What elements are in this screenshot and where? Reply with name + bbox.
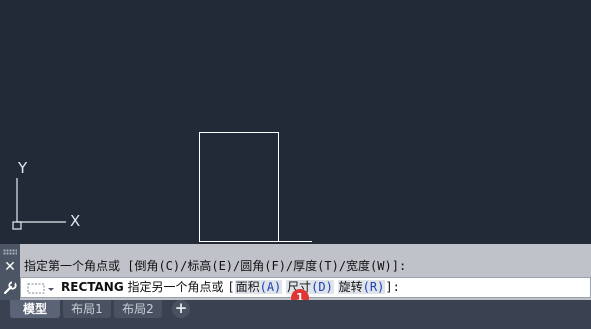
command-window-handle[interactable]: ✕ <box>0 244 20 300</box>
layout-tab-bar: 模型 布局1 布局2 + <box>0 300 591 329</box>
rectangle-shape <box>199 132 279 242</box>
command-history: 指定第一个角点或 [倒角(C)/标高(E)/圆角(F)/厚度(T)/宽度(W)]… <box>24 259 407 273</box>
command-prompt: RECTANG 指定另一个角点或 [面积(A) 尺寸(D) 旋转(R)]: <box>61 278 400 297</box>
tab-layout1[interactable]: 布局1 <box>63 300 111 318</box>
option-rotation[interactable]: 旋转(R) <box>337 280 386 294</box>
option-area[interactable]: 面积(A) <box>234 280 283 294</box>
tab-layout2[interactable]: 布局2 <box>114 300 162 318</box>
option-bracket-close: ]: <box>385 280 400 294</box>
tab-model[interactable]: 模型 <box>10 300 60 318</box>
ucs-y-label: Y <box>17 159 28 177</box>
recent-commands-icon[interactable] <box>27 281 55 295</box>
drag-grip-icon[interactable] <box>3 249 17 255</box>
command-name: RECTANG <box>61 280 124 294</box>
option-bracket-open: [ <box>227 280 235 294</box>
ucs-icon <box>12 178 66 230</box>
ucs-x-label: X <box>70 212 80 230</box>
drawing-canvas[interactable]: Y X <box>0 0 591 244</box>
prompt-text: 指定另一个角点或 <box>127 280 224 294</box>
canvas-drawing: Y X <box>12 132 312 242</box>
wrench-icon[interactable] <box>2 280 18 296</box>
close-icon[interactable]: ✕ <box>2 259 18 275</box>
add-layout-button[interactable]: + <box>172 300 190 318</box>
